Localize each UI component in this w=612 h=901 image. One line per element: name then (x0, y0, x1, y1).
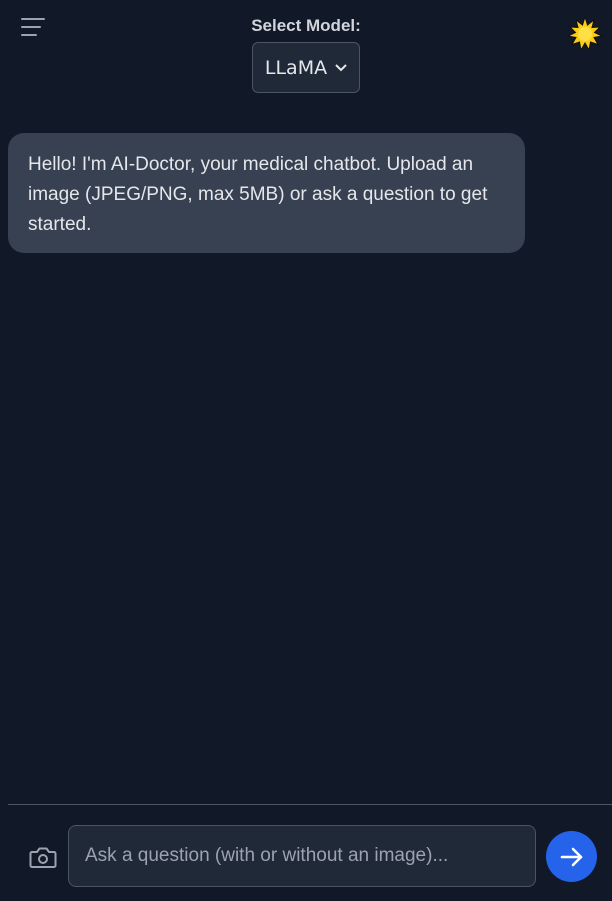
model-select-value: LLaMA (264, 56, 328, 79)
chevron-down-icon (335, 63, 347, 72)
composer-divider (8, 804, 612, 805)
model-select[interactable]: LLaMA (252, 42, 360, 93)
model-picker: Select Model: LLaMA (0, 16, 612, 93)
bot-message-bubble: Hello! I'm AI-Doctor, your medical chatb… (8, 133, 525, 253)
upload-image-button[interactable] (28, 842, 58, 872)
question-input[interactable] (68, 825, 536, 887)
send-button[interactable] (546, 831, 597, 882)
camera-icon (28, 842, 58, 872)
theme-toggle-button[interactable] (567, 16, 603, 52)
arrow-right-icon (558, 843, 586, 871)
model-label: Select Model: (251, 16, 361, 35)
sun-icon (567, 16, 603, 52)
chat-app: Select Model: LLaMA Hello! I'm AI-Doctor… (0, 0, 612, 901)
